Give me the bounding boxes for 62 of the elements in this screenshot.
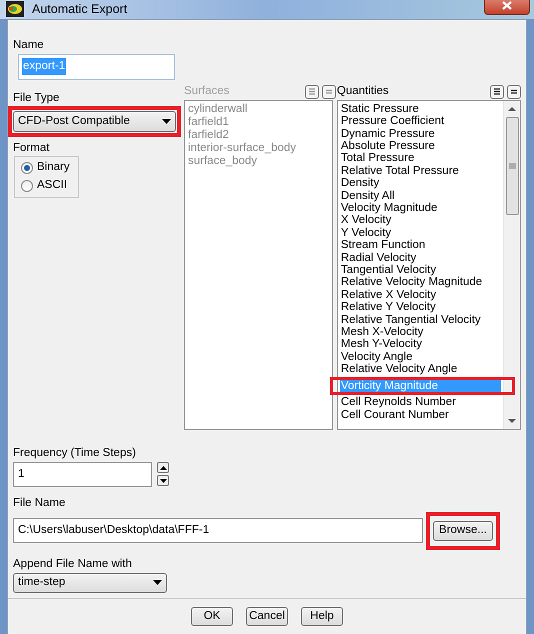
list-item[interactable]: Dynamic Pressure [340,128,501,140]
field-label: Name [13,38,45,52]
list-item[interactable]: X Velocity [340,214,501,227]
app-icon [6,1,24,18]
dialog-button[interactable]: Help [301,606,343,626]
close-button[interactable] [484,0,530,16]
list-item[interactable]: Tangential Velocity [340,264,501,276]
deselect-all-button[interactable] [507,84,521,99]
list-item[interactable]: Absolute Pressure [340,140,501,152]
list-item[interactable]: Pressure Coefficient [340,115,501,128]
list-item[interactable]: Density [340,177,501,190]
list-item[interactable]: Cell Reynolds Number [340,396,501,408]
radio-option[interactable]: Binary [21,159,72,176]
increment-button[interactable] [157,462,169,474]
window-title: Automatic Export [32,1,128,18]
list-item[interactable]: Relative Total Pressure [340,164,501,178]
close-icon [502,0,512,10]
list-item[interactable]: Y Velocity [340,226,501,240]
list-label: Quantities [336,84,389,100]
list-item[interactable]: Cell Courant Number [340,408,501,421]
list-item[interactable]: Stream Function [340,239,501,252]
select-all-button[interactable] [490,84,504,99]
file-type-dropdown[interactable]: CFD-Post Compatible [13,110,176,132]
list-item[interactable]: Mesh Y-Velocity [340,338,501,351]
down-arrow-icon [508,418,516,423]
list-item[interactable]: Relative Velocity Magnitude [340,276,501,289]
append-dropdown[interactable]: time-step [13,572,167,593]
lines-icon [324,88,333,96]
list-item[interactable]: Relative Velocity Angle [340,363,501,376]
lines-icon [493,88,501,96]
field-label: Append File Name with [13,556,133,571]
field-label: Frequency (Time Steps) [13,446,137,460]
field-label: File Type [13,90,60,105]
radio-option[interactable]: ASCII [21,177,72,194]
up-arrow-icon [160,466,166,470]
scrollbar[interactable] [503,100,520,429]
file-name-field[interactable]: C:\Users\labuser\Desktop\data\FFF-1 [13,518,423,544]
list-item[interactable]: Velocity Magnitude [340,202,501,214]
list-item[interactable]: Mesh X-Velocity [340,326,501,338]
list-item[interactable]: Static Pressure [340,102,501,116]
frequency-field[interactable]: 1 [13,462,152,487]
decrement-button[interactable] [157,475,169,486]
list-item[interactable]: Total Pressure [340,152,501,165]
dialog-button[interactable]: Cancel [246,606,288,626]
list-item[interactable]: Relative Y Velocity [340,301,501,314]
lines-icon [308,88,316,96]
caret-icon [162,118,171,124]
list-label: Surfaces [184,84,230,100]
down-arrow-icon [160,478,166,483]
grip-icon [508,162,516,169]
up-arrow-icon [508,106,516,111]
list-item[interactable]: Relative X Velocity [340,288,501,302]
field-label: File Name [13,496,66,510]
lines-icon [510,88,518,96]
list-item[interactable]: Relative Tangential Velocity [340,314,501,326]
field-label: Format [13,140,50,155]
list-item[interactable]: Velocity Angle [340,350,501,364]
caret-icon [153,580,162,586]
browse-button[interactable]: Browse... [433,520,493,541]
list-item[interactable]: Density All [340,190,501,202]
dialog-button[interactable]: OK [191,606,233,626]
list-item[interactable]: Radial Velocity [340,252,501,264]
